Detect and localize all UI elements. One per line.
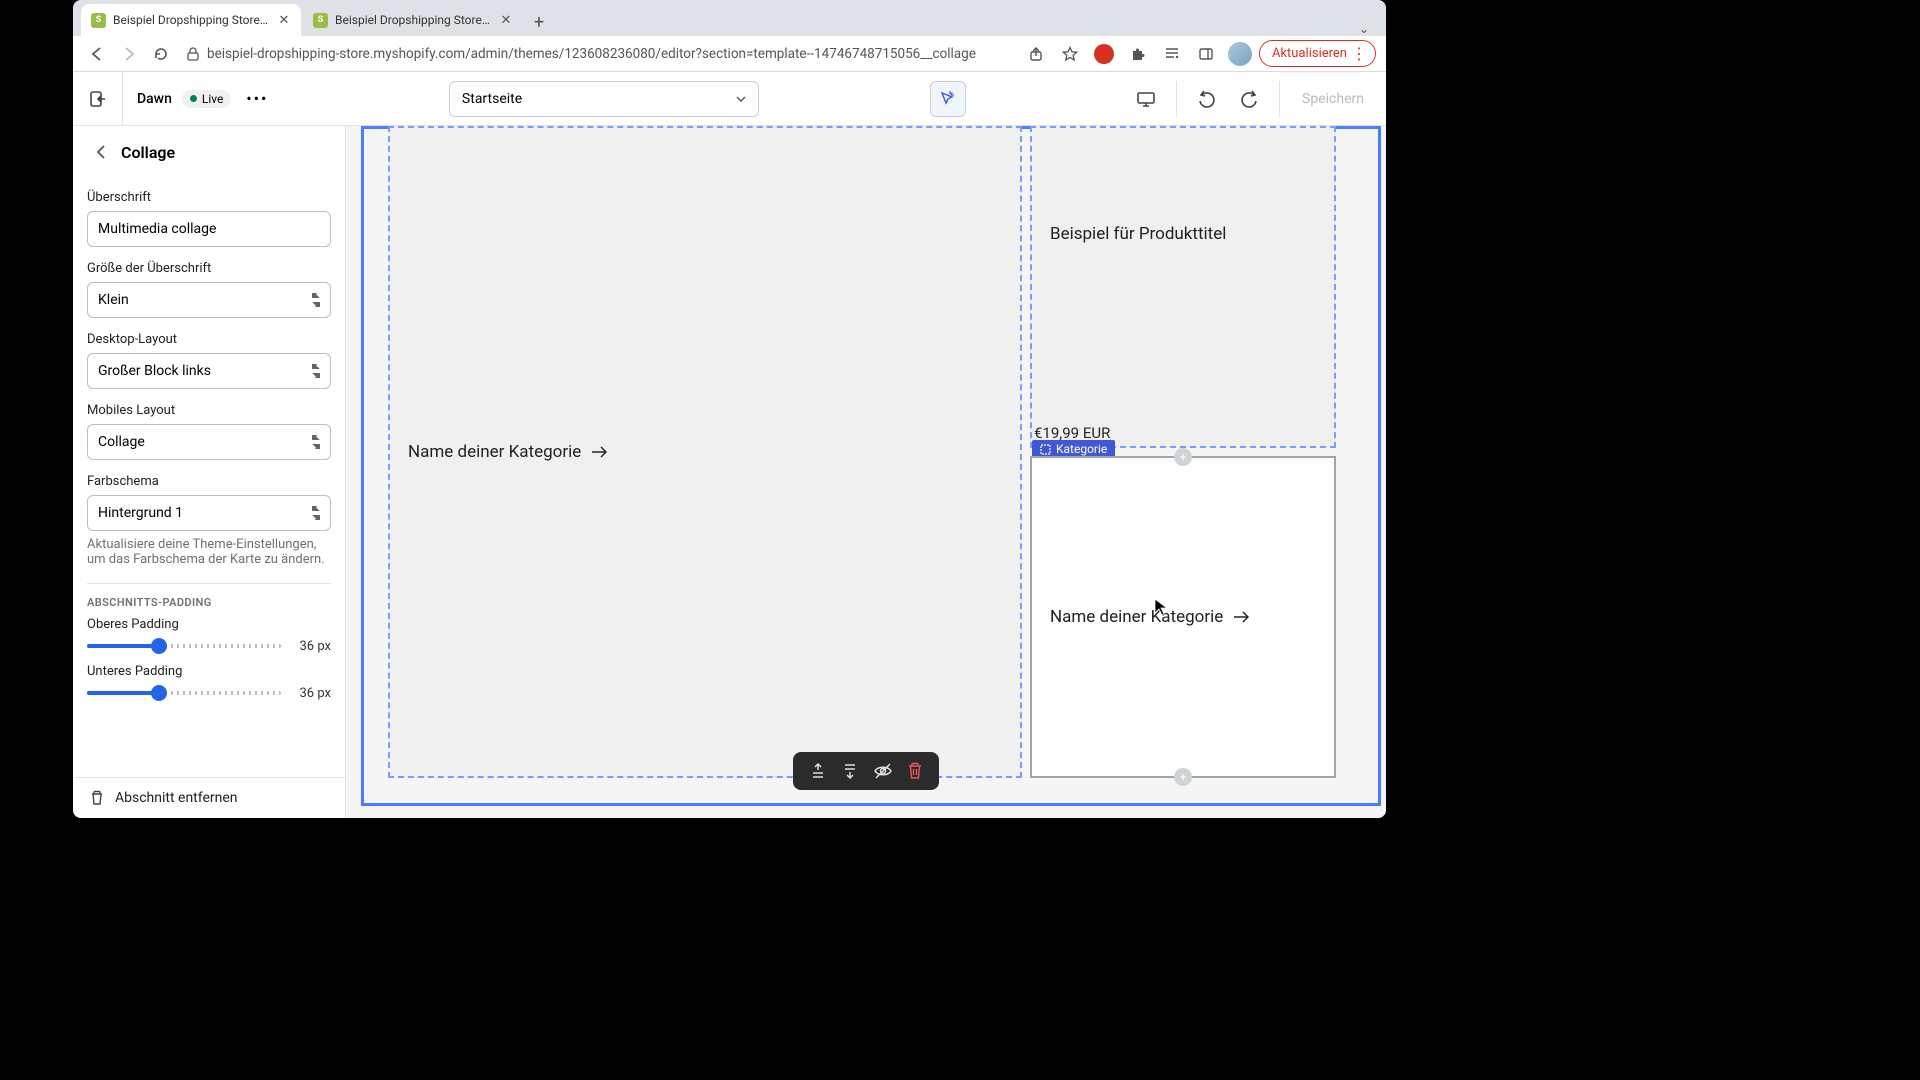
add-block-bottom[interactable]: + (1174, 768, 1192, 786)
close-icon[interactable]: ✕ (277, 13, 291, 27)
puzzle-icon[interactable] (1123, 39, 1153, 69)
tab-inactive[interactable]: S Beispiel Dropshipping Store · E ✕ (303, 4, 523, 36)
forward-button[interactable] (115, 40, 143, 68)
save-button: Speichern (1292, 85, 1374, 113)
side-panel-icon[interactable] (1191, 39, 1221, 69)
tabs-dropdown[interactable]: ⌄ (1350, 22, 1378, 36)
collection-name-2: Name deiner Kategorie (1050, 607, 1223, 627)
remove-section-button[interactable]: Abschnitt entfernen (73, 777, 345, 818)
bottom-padding-label: Unteres Padding (87, 664, 331, 679)
url-text[interactable]: beispiel-dropshipping-store.myshopify.co… (207, 46, 976, 62)
move-down-icon[interactable] (841, 762, 859, 780)
heading-input[interactable] (87, 211, 331, 247)
tab-title: Beispiel Dropshipping Store · E (335, 13, 492, 27)
reload-button[interactable] (147, 40, 175, 68)
trash-icon (89, 790, 105, 806)
padding-section-title: ABSCHNITTS-PADDING (87, 596, 331, 609)
star-icon[interactable] (1055, 39, 1085, 69)
tab-title: Beispiel Dropshipping Store · D (113, 13, 270, 27)
lock-icon (187, 47, 199, 61)
share-icon[interactable] (1021, 39, 1051, 69)
shopify-favicon: S (313, 13, 328, 28)
color-scheme-help: Aktualisiere deine Theme-Einstellungen, … (87, 537, 331, 567)
product-title: Beispiel für Produkttitel (1050, 224, 1316, 244)
shopify-favicon: S (91, 13, 106, 28)
back-chevron[interactable] (89, 140, 113, 164)
top-padding-value: 36 px (291, 639, 331, 654)
desktop-view-icon[interactable] (1128, 81, 1164, 117)
heading-size-label: Größe der Überschrift (87, 261, 331, 276)
hide-icon[interactable] (873, 762, 893, 780)
chevron-down-icon (736, 96, 746, 102)
new-tab-button[interactable]: + (525, 8, 553, 36)
redo-button[interactable] (1231, 81, 1267, 117)
reading-list-icon[interactable] (1157, 39, 1187, 69)
inspector-toggle[interactable] (930, 81, 966, 117)
mobile-layout-label: Mobiles Layout (87, 403, 331, 418)
update-button[interactable]: Aktualisieren ⋮ (1259, 40, 1376, 67)
heading-size-select[interactable]: Klein (87, 282, 331, 318)
add-block-top[interactable]: + (1174, 448, 1192, 466)
back-button[interactable] (83, 40, 111, 68)
tab-active[interactable]: S Beispiel Dropshipping Store · D ✕ (81, 4, 301, 36)
live-badge: Live (182, 90, 231, 108)
page-selector[interactable]: Startseite (449, 81, 759, 117)
top-padding-slider[interactable] (87, 638, 281, 654)
bottom-padding-slider[interactable] (87, 685, 281, 701)
collage-collection-block[interactable]: Name deiner Kategorie (388, 126, 1022, 778)
arrow-right-icon (1233, 611, 1249, 623)
collage-collection-block-2[interactable]: + Name deiner Kategorie + (1030, 456, 1336, 778)
exit-editor-button[interactable] (73, 72, 123, 125)
color-scheme-select[interactable]: Hintergrund 1 (87, 495, 331, 531)
close-icon[interactable]: ✕ (499, 13, 513, 27)
top-padding-label: Oberes Padding (87, 617, 331, 632)
desktop-layout-label: Desktop-Layout (87, 332, 331, 347)
heading-label: Überschrift (87, 190, 331, 205)
delete-icon[interactable] (907, 762, 923, 780)
section-title: Collage (121, 143, 175, 162)
move-up-icon[interactable] (809, 762, 827, 780)
mobile-layout-select[interactable]: Collage (87, 424, 331, 460)
color-scheme-label: Farbschema (87, 474, 331, 489)
collage-product-block[interactable]: Beispiel für Produkttitel €19,99 EUR Kat… (1030, 126, 1336, 448)
undo-button[interactable] (1189, 81, 1225, 117)
category-badge-icon (1040, 444, 1051, 455)
desktop-layout-select[interactable]: Großer Block links (87, 353, 331, 389)
avatar[interactable] (1225, 39, 1255, 69)
block-toolbar (793, 752, 939, 790)
collection-name: Name deiner Kategorie (408, 442, 581, 462)
arrow-right-icon (591, 446, 607, 458)
theme-name: Dawn (137, 91, 172, 107)
bottom-padding-value: 36 px (291, 686, 331, 701)
red-dot-icon[interactable] (1089, 39, 1119, 69)
more-menu[interactable]: ••• (241, 83, 273, 115)
